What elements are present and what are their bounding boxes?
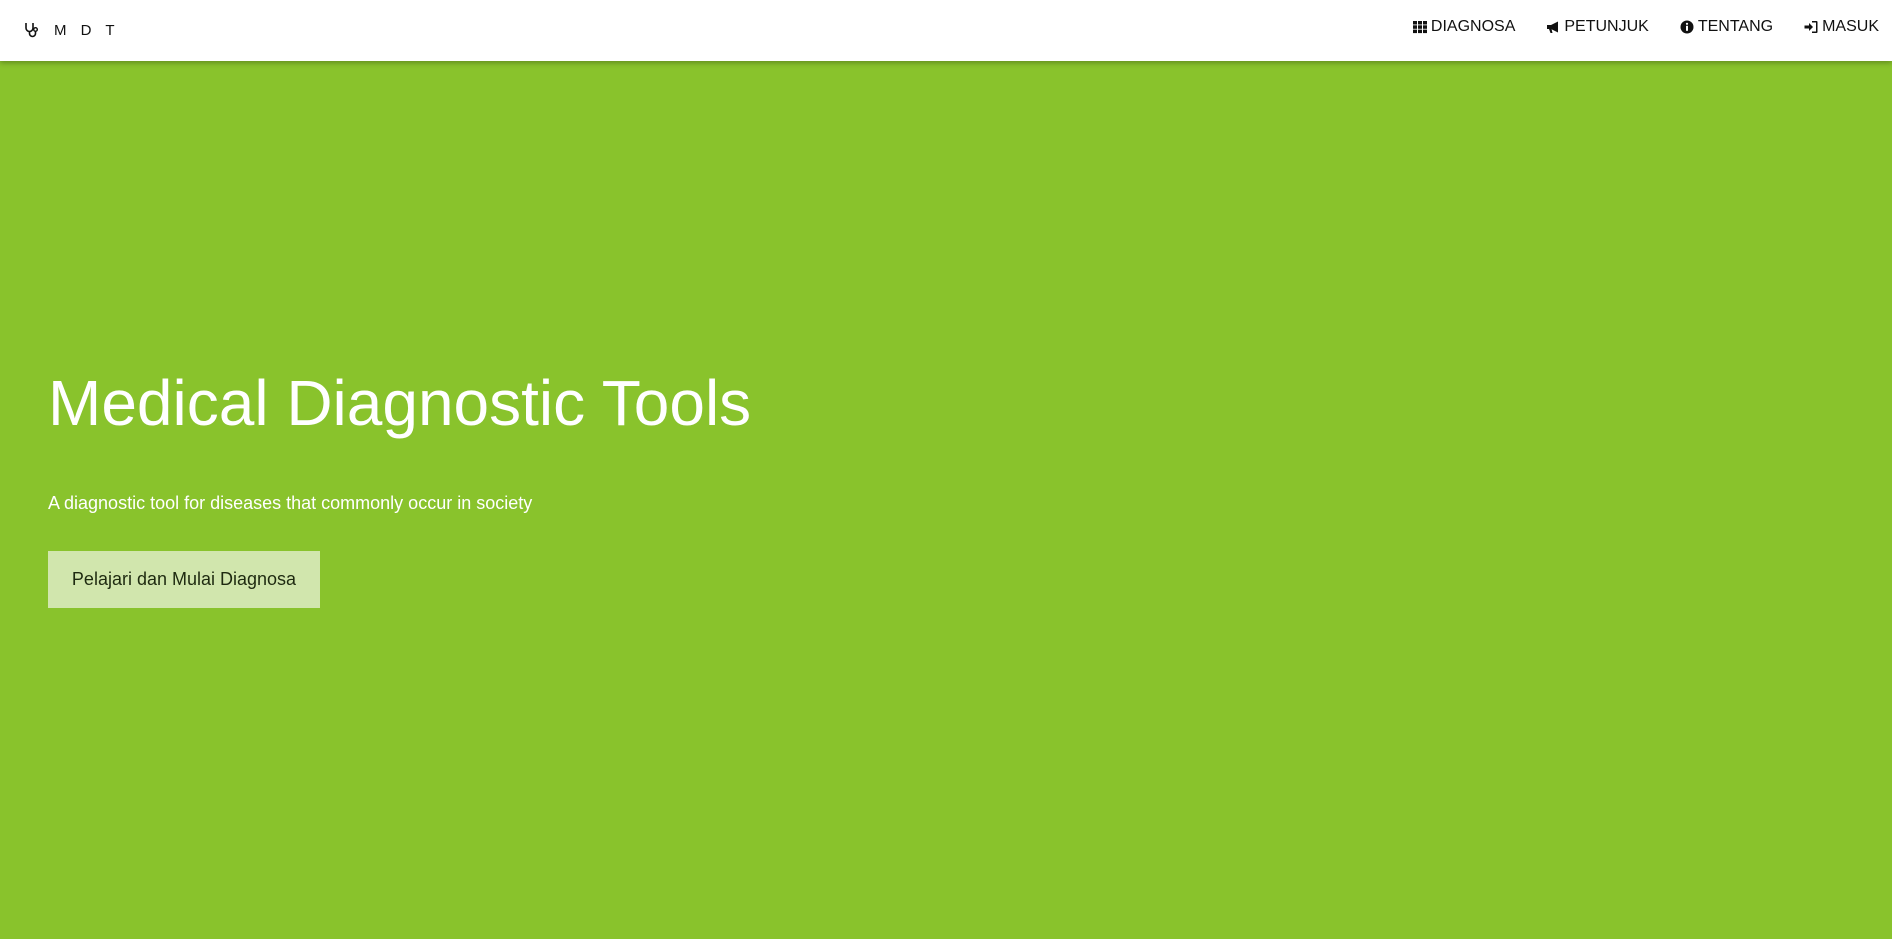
info-circle-icon <box>1680 20 1694 34</box>
sign-in-icon <box>1804 20 1818 34</box>
start-diagnosis-button[interactable]: Pelajari dan Mulai Diagnosa <box>48 551 320 608</box>
brand-text: M D T <box>54 21 120 39</box>
hero-title: Medical Diagnostic Tools <box>48 367 752 439</box>
nav-links: DIAGNOSA PETUNJUK TENTANG MASUK <box>1382 18 1879 36</box>
nav-tentang[interactable]: TENTANG <box>1680 18 1773 36</box>
brand-link[interactable]: M D T <box>22 19 120 41</box>
grid-icon <box>1412 20 1427 34</box>
nav-tentang-label: TENTANG <box>1697 18 1774 35</box>
stethoscope-icon <box>22 21 40 39</box>
nav-diagnosa[interactable]: DIAGNOSA <box>1412 18 1516 36</box>
megaphone-icon <box>1546 20 1560 34</box>
nav-diagnosa-label: DIAGNOSA <box>1430 18 1516 35</box>
hero-subtitle: A diagnostic tool for diseases that comm… <box>48 493 533 513</box>
hero-section: Medical Diagnostic Tools A diagnostic to… <box>48 363 752 608</box>
nav-masuk-label: MASUK <box>1822 18 1879 35</box>
nav-petunjuk[interactable]: PETUNJUK <box>1546 18 1649 36</box>
nav-masuk[interactable]: MASUK <box>1804 18 1879 36</box>
top-navbar: M D T DIAGNOSA PETUNJUK TENTANG MASUK <box>0 0 1892 61</box>
nav-petunjuk-label: PETUNJUK <box>1564 18 1649 35</box>
